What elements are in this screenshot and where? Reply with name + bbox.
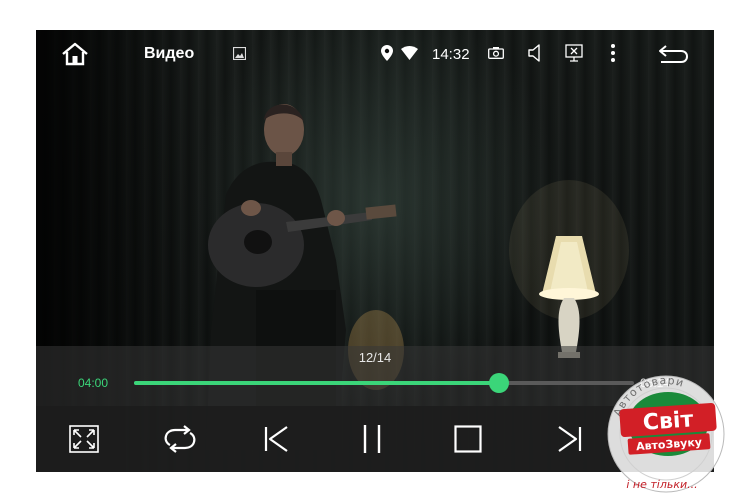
- location-icon: [380, 44, 394, 62]
- wifi-icon: [400, 45, 418, 61]
- gallery-icon: [231, 45, 247, 61]
- screen-close-button[interactable]: [564, 43, 584, 63]
- watermark-logo: Автотовари Світ АвтоЗвуку і не тільки...: [598, 370, 734, 500]
- stop-button[interactable]: [440, 414, 496, 464]
- clock: 14:32: [432, 45, 470, 63]
- pause-button[interactable]: [344, 414, 400, 464]
- table-lamp: [509, 180, 629, 358]
- previous-button[interactable]: [248, 414, 304, 464]
- more-button[interactable]: [606, 42, 620, 64]
- seek-bar-fill: [134, 381, 499, 385]
- status-bar: Видео 14:32: [36, 30, 714, 78]
- volume-icon: [528, 44, 540, 62]
- track-counter: 12/14: [358, 350, 392, 365]
- previous-icon: [264, 426, 288, 452]
- current-time: 04:00: [78, 376, 109, 390]
- seek-bar[interactable]: [134, 373, 634, 393]
- seek-thumb[interactable]: [489, 373, 509, 393]
- logo-tagline: і не тільки...: [626, 478, 697, 491]
- screen-close-icon: [565, 44, 583, 62]
- repeat-button[interactable]: [152, 414, 208, 464]
- stop-icon: [454, 425, 482, 453]
- volume-button[interactable]: [526, 43, 544, 63]
- home-icon: [62, 42, 88, 66]
- next-button[interactable]: [542, 414, 598, 464]
- home-button[interactable]: [58, 40, 92, 68]
- repeat-icon: [164, 425, 196, 453]
- more-icon: [611, 44, 615, 62]
- fullscreen-button[interactable]: [56, 414, 112, 464]
- back-icon: [659, 45, 689, 63]
- logo-brand: Світ: [642, 407, 694, 435]
- pause-icon: [363, 425, 381, 453]
- camera-icon[interactable]: [486, 44, 506, 62]
- back-button[interactable]: [656, 42, 690, 66]
- app-title: Видео: [144, 45, 195, 62]
- next-icon: [558, 426, 582, 452]
- fullscreen-icon: [69, 425, 99, 453]
